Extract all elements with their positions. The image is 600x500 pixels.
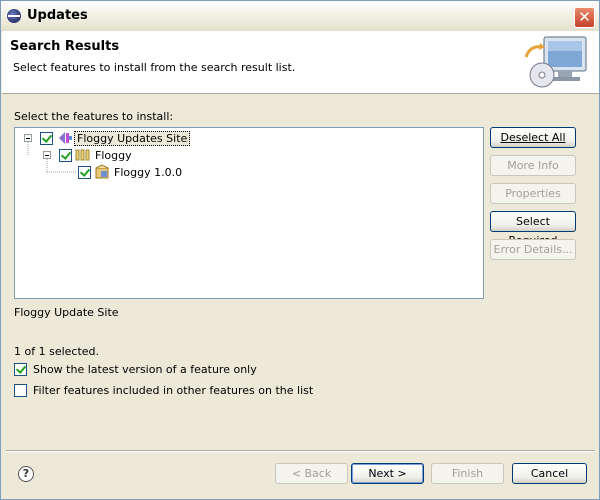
close-icon: ✕: [578, 8, 591, 26]
checkbox-floggy[interactable]: [59, 149, 72, 162]
tree-item-label: Floggy Updates Site: [74, 131, 191, 146]
show-latest-checkbox[interactable]: [14, 363, 27, 376]
update-site-icon: [59, 132, 72, 144]
filter-included-checkbox[interactable]: [14, 384, 27, 397]
install-updates-icon: [524, 36, 587, 88]
checkbox-floggy-1-0-0[interactable]: [78, 166, 91, 179]
close-button[interactable]: ✕: [574, 7, 595, 28]
cancel-button[interactable]: Cancel: [512, 463, 587, 484]
features-label: Select the features to install:: [14, 110, 174, 123]
properties-button[interactable]: Properties: [490, 183, 576, 204]
page-title: Search Results: [10, 39, 120, 54]
finish-button[interactable]: Finish: [431, 463, 504, 484]
eclipse-icon: [7, 9, 21, 23]
select-required-button[interactable]: Select Required: [490, 211, 576, 247]
feature-icon: [95, 164, 109, 179]
category-icon: [75, 149, 90, 161]
collapse-icon[interactable]: [24, 134, 32, 142]
filter-included-label: Filter features included in other featur…: [33, 384, 314, 397]
page-description: Select features to install from the sear…: [13, 61, 296, 74]
collapse-icon[interactable]: [43, 151, 51, 159]
feature-description: Floggy Update Site: [14, 306, 119, 319]
tree-item-label: Floggy 1.0.0: [114, 166, 183, 179]
window-title: Updates: [27, 8, 88, 23]
selected-count: 1 of 1 selected.: [14, 345, 100, 358]
tree-item-floggy[interactable]: Floggy: [15, 147, 475, 163]
back-button[interactable]: < Back: [275, 463, 348, 484]
tree-item-label: Floggy: [95, 149, 132, 162]
deselect-all-button[interactable]: Deselect All: [490, 127, 576, 148]
checkbox-floggy-updates-site[interactable]: [40, 132, 53, 145]
updates-dialog: Updates ✕ Search Results Select features…: [0, 0, 600, 500]
tree-item-floggy-1-0-0[interactable]: Floggy 1.0.0: [15, 164, 475, 180]
footer-separator: [6, 450, 595, 452]
help-icon[interactable]: ?: [18, 466, 34, 482]
more-info-button[interactable]: More Info: [490, 155, 576, 176]
wizard-header: Search Results Select features to instal…: [2, 31, 599, 94]
next-button[interactable]: Next >: [351, 463, 424, 484]
features-tree[interactable]: Floggy Updates Site Floggy Floggy 1.0.0: [14, 127, 484, 299]
tree-item-floggy-updates-site[interactable]: Floggy Updates Site: [15, 130, 475, 146]
error-details-button[interactable]: Error Details...: [490, 239, 576, 260]
title-bar[interactable]: Updates ✕: [1, 1, 599, 32]
show-latest-label: Show the latest version of a feature onl…: [33, 363, 257, 376]
